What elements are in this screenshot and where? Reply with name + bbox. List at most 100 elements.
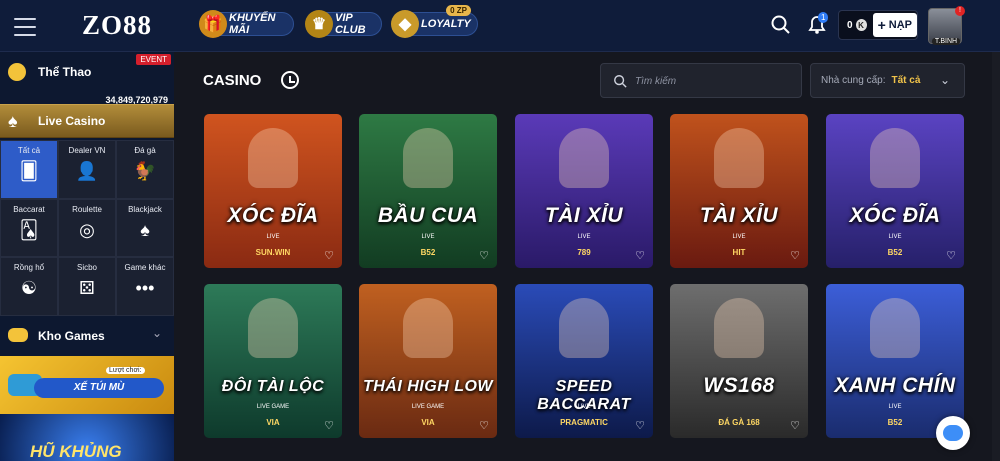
banner-label: HŨ KHỦNG xyxy=(30,442,122,461)
category-sicbo[interactable]: Sicbo ⚄ xyxy=(58,257,116,316)
sidebar-item-sports[interactable]: Thể Thao EVENT xyxy=(0,52,174,92)
dragon-tiger-icon: ☯ xyxy=(20,278,38,299)
game-title: ĐÔI TÀI LỘC xyxy=(221,378,325,395)
balance-box: 0 K + NẠP xyxy=(838,10,918,40)
category-label: Rồng hổ xyxy=(13,263,45,273)
category-label: Tất cả xyxy=(17,146,41,155)
dealer-image xyxy=(248,128,298,188)
jackpot-banner[interactable]: HŨ KHỦNG xyxy=(0,414,174,461)
crown-icon: ♛ xyxy=(305,10,333,38)
dealer-image xyxy=(714,298,764,358)
menu-icon[interactable] xyxy=(10,12,40,40)
game-card[interactable]: TÀI XỈU LIVE HIT ♡ xyxy=(670,114,808,268)
gift-icon: 🎁 xyxy=(199,10,227,38)
category-other[interactable]: Game khác ••• xyxy=(116,257,174,316)
page-title: CASINO xyxy=(203,72,262,89)
favorite-heart-icon[interactable]: ♡ xyxy=(479,249,489,262)
more-icon: ••• xyxy=(135,278,155,299)
category-da-ga[interactable]: Đá gà 🐓 xyxy=(116,140,174,199)
banner-tag: Lượt chơi: xyxy=(106,367,145,374)
deposit-button[interactable]: + NẠP xyxy=(872,13,917,37)
favorite-heart-icon[interactable]: ♡ xyxy=(790,419,800,432)
favorite-heart-icon[interactable]: ♡ xyxy=(946,249,956,262)
dealer-image xyxy=(403,298,453,358)
baccarat-icon: 🂡 xyxy=(19,219,39,240)
dealer-image xyxy=(870,128,920,188)
history-icon[interactable] xyxy=(281,71,299,89)
game-card[interactable]: WS168 ĐÁ GÀ 168 ♡ xyxy=(670,284,808,438)
avatar[interactable]: T.BINH ! xyxy=(928,6,965,45)
game-card[interactable]: TÀI XỈU LIVE 789 ♡ xyxy=(515,114,653,268)
favorite-heart-icon[interactable]: ♡ xyxy=(324,249,334,262)
promotions-button[interactable]: 🎁 KHUYẾN MÃI xyxy=(199,10,294,38)
game-card[interactable]: THÁI HIGH LOW LIVE GAME VIA ♡ xyxy=(359,284,497,438)
favorite-heart-icon[interactable]: ♡ xyxy=(790,249,800,262)
sidebar-item-label: Kho Games xyxy=(38,329,105,343)
game-subtitle: LIVE xyxy=(577,404,591,410)
dealer-image xyxy=(559,128,609,188)
provider-select[interactable]: Nhà cung cấp: Tất cả ⌄ xyxy=(810,63,965,98)
top-header: ZO88 🎁 KHUYẾN MÃI ♛ VIP CLUB ◆ LOYALTY 0… xyxy=(0,0,1000,52)
category-dealer-vn[interactable]: Dealer VN 👤 xyxy=(58,140,116,199)
sidebar-item-label: Live Casino xyxy=(38,114,106,128)
favorite-heart-icon[interactable]: ♡ xyxy=(635,419,645,432)
sidebar-item-live-casino[interactable]: ♠ Live Casino xyxy=(0,104,174,138)
category-label: Roulette xyxy=(72,204,102,214)
search-icon[interactable] xyxy=(770,14,792,36)
game-card[interactable]: ĐÔI TÀI LỘC LIVE GAME VIA ♡ xyxy=(204,284,342,438)
search-input[interactable] xyxy=(635,72,795,90)
game-subtitle: LIVE GAME xyxy=(411,404,445,410)
category-blackjack[interactable]: Blackjack ♠ xyxy=(116,198,174,258)
category-label: Đá gà xyxy=(134,146,156,155)
category-label: Sicbo xyxy=(76,263,97,273)
chevron-down-icon: ⌄ xyxy=(151,326,162,340)
deposit-label: NẠP xyxy=(888,19,912,31)
favorite-heart-icon[interactable]: ♡ xyxy=(635,249,645,262)
sidebar-item-kho-games[interactable]: Kho Games ⌄ xyxy=(0,318,174,354)
game-card[interactable]: XÓC ĐĨA LIVE SUN.WIN ♡ xyxy=(204,114,342,268)
site-logo[interactable]: ZO88 xyxy=(82,10,152,41)
game-title: WS168 xyxy=(703,374,775,397)
provider-logo: 789 xyxy=(577,248,591,257)
game-title: XÓC ĐĨA xyxy=(849,204,941,227)
soccer-ball-icon xyxy=(8,63,26,81)
game-card[interactable]: XANH CHÍNLIVEB52♡ xyxy=(826,284,964,438)
category-label: Dealer VN xyxy=(68,146,106,155)
category-roulette[interactable]: Roulette ◎ xyxy=(58,198,116,258)
blind-bag-banner[interactable]: XẾ TÚI MÙ Lượt chơi: xyxy=(0,356,174,414)
search-box xyxy=(600,63,802,98)
blackjack-icon: ♠ xyxy=(140,219,150,240)
category-all[interactable]: Tất cả 🂠 xyxy=(0,140,58,199)
category-baccarat[interactable]: Baccarat 🂡 xyxy=(0,198,58,258)
provider-logo: VIA xyxy=(266,418,280,427)
roulette-icon: ◎ xyxy=(79,219,95,240)
dealer-image xyxy=(870,298,920,358)
game-subtitle: LIVE xyxy=(888,234,902,240)
search-icon xyxy=(614,75,627,88)
game-title: BẦU CUA xyxy=(377,204,479,227)
game-card[interactable]: XÓC ĐĨA LIVE B52 ♡ xyxy=(826,114,964,268)
game-card[interactable]: SPEED BACCARAT LIVE PRAGMATIC ♡ xyxy=(515,284,653,438)
provider-logo: B52 xyxy=(887,248,903,257)
provider-logo: VIA xyxy=(421,418,435,427)
provider-label: Nhà cung cấp: xyxy=(821,75,886,86)
vip-club-button[interactable]: ♛ VIP CLUB xyxy=(305,10,382,38)
favorite-heart-icon[interactable]: ♡ xyxy=(324,419,334,432)
provider-logo: PRAGMATIC xyxy=(560,418,608,427)
game-title: TÀI XỈU xyxy=(544,204,624,227)
chat-support-icon[interactable] xyxy=(936,416,970,450)
game-subtitle: LIVE xyxy=(577,234,591,240)
promotions-label: KHUYẾN MÃI xyxy=(229,12,276,36)
loyalty-button[interactable]: ◆ LOYALTY 0 ZP xyxy=(391,5,478,38)
dealer-icon: 👤 xyxy=(75,161,99,181)
page-scrollbar[interactable] xyxy=(992,52,1000,461)
dice-icon: ⚄ xyxy=(79,278,95,299)
game-card[interactable]: BẦU CUA LIVE B52 ♡ xyxy=(359,114,497,268)
game-title: XANH CHÍN xyxy=(834,374,956,397)
favorite-heart-icon[interactable]: ♡ xyxy=(479,419,489,432)
category-dragon-tiger[interactable]: Rồng hổ ☯ xyxy=(0,257,58,316)
category-grid: Tất cả 🂠 Dealer VN 👤 Đá gà 🐓 Baccarat 🂡 Roul… xyxy=(0,140,174,316)
category-label: Game khác xyxy=(124,263,166,273)
dealer-image xyxy=(403,128,453,188)
coin-icon: K xyxy=(855,19,867,31)
